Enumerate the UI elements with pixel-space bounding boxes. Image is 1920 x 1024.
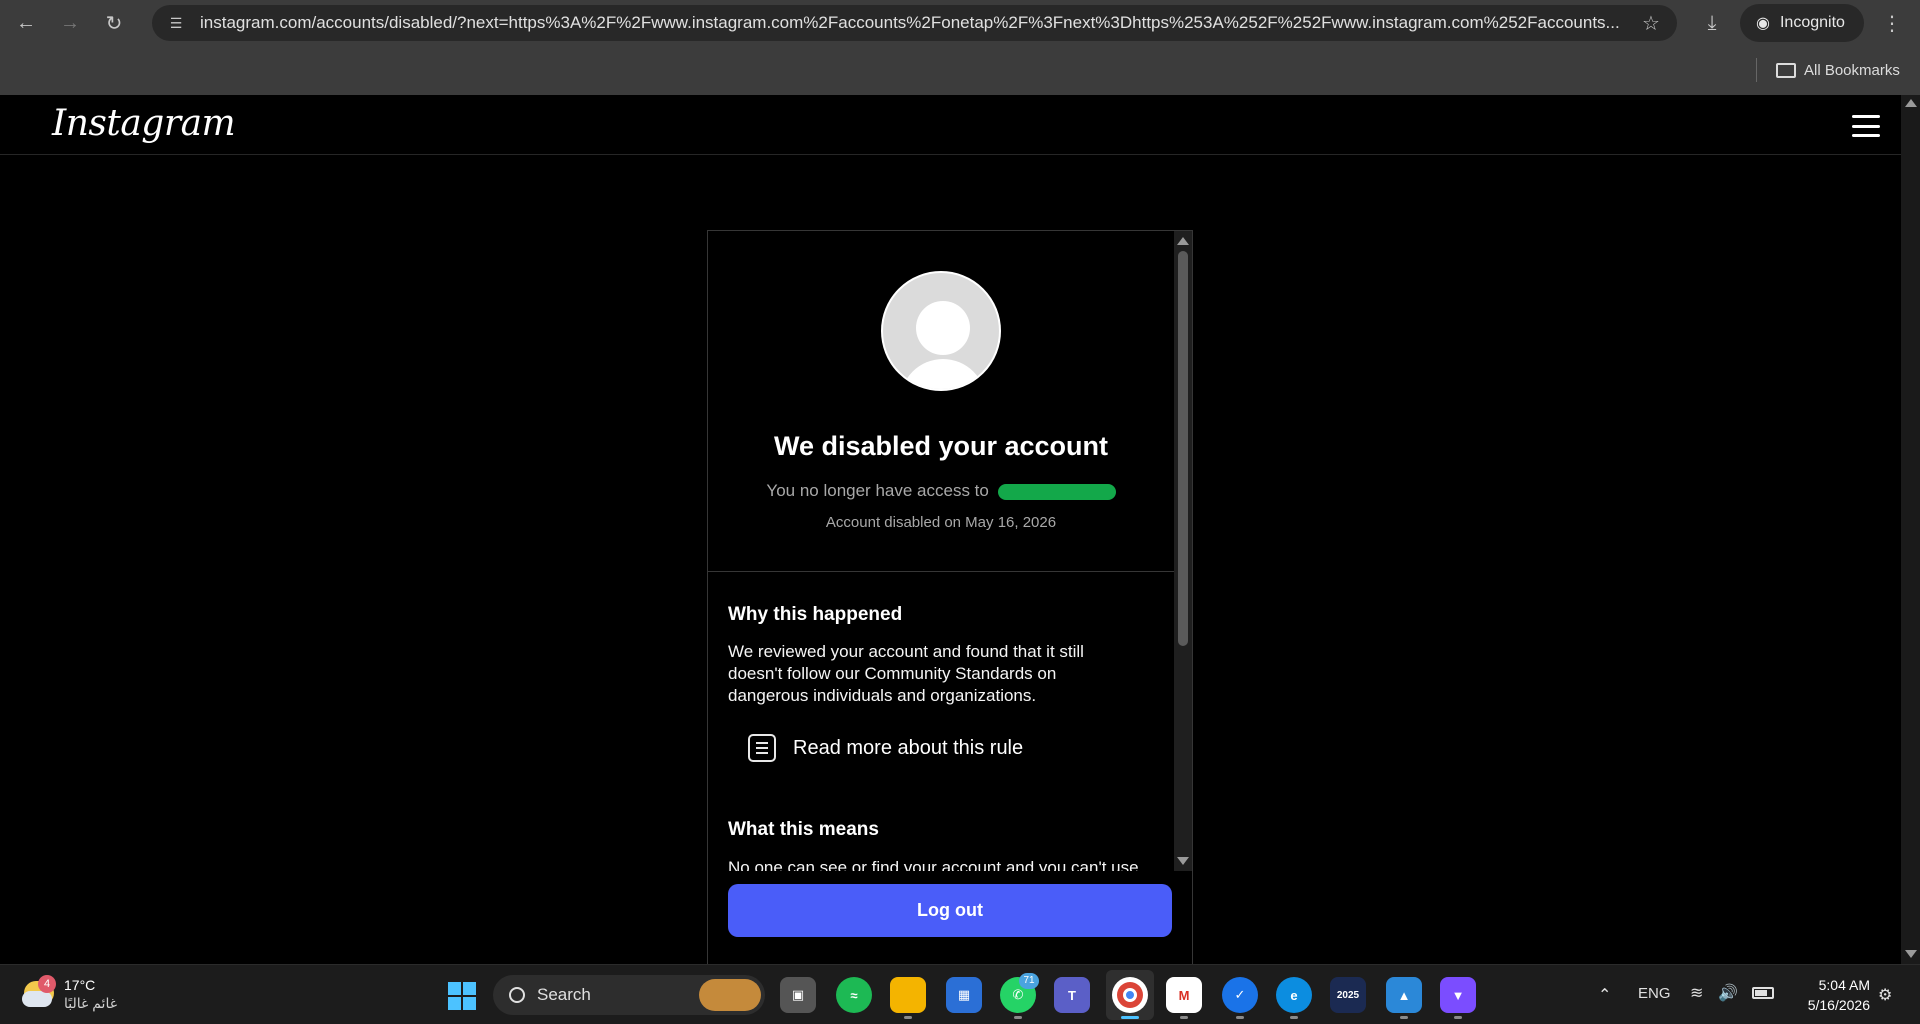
vpn-indicator — [1454, 1016, 1462, 1019]
page-scroll-down-icon[interactable] — [1905, 950, 1917, 958]
reload-icon[interactable]: ↻ — [96, 5, 132, 41]
chrome-indicator — [1121, 1016, 1139, 1019]
temperature: 17°C — [64, 977, 96, 993]
windows-taskbar: 4 17°C غائم غالبًا Search ▣ ≈ ▦ ✆ 71 T M… — [0, 964, 1920, 1024]
bookmarks-bar: All Bookmarks — [0, 46, 1920, 95]
access-text: You no longer have access to — [766, 481, 989, 500]
instagram-logo[interactable]: Instagram — [52, 103, 236, 144]
all-bookmarks-label: All Bookmarks — [1804, 61, 1900, 79]
avatar — [881, 271, 1001, 391]
file-explorer-indicator — [904, 1016, 912, 1019]
back-arrow-icon[interactable]: ← — [8, 5, 44, 41]
file-explorer-icon[interactable] — [890, 977, 926, 1013]
browser-toolbar: ← → ↻ ☰ instagram.com/accounts/disabled/… — [0, 0, 1920, 46]
tasks-icon[interactable]: ✓ — [1222, 977, 1258, 1013]
windows-start-icon[interactable] — [448, 982, 476, 1010]
microsoft-store-icon[interactable]: ▦ — [946, 977, 982, 1013]
weather-condition: غائم غالبًا — [64, 995, 118, 1011]
teams-icon[interactable]: T — [1054, 977, 1090, 1013]
incognito-button[interactable]: ◉ Incognito — [1740, 4, 1864, 42]
whatsapp-indicator — [1014, 1016, 1022, 1019]
why-body: We reviewed your account and found that … — [728, 642, 1084, 705]
weather-badge: 4 — [38, 975, 56, 993]
scroll-down-arrow-icon[interactable] — [1177, 857, 1189, 865]
task-view-icon[interactable]: ▣ — [780, 977, 816, 1013]
notification-bell-icon[interactable]: ⚙ — [1878, 985, 1892, 1005]
vpn-icon[interactable]: ▼ — [1440, 977, 1476, 1013]
photos-indicator — [1400, 1016, 1408, 1019]
wifi-icon[interactable]: ≋ — [1690, 983, 1703, 1003]
bookmark-star-icon[interactable]: ☆ — [1633, 11, 1669, 36]
spotify-icon[interactable]: ≈ — [836, 977, 872, 1013]
scroll-up-arrow-icon[interactable] — [1177, 237, 1189, 245]
means-body: No one can see or find your account and … — [728, 858, 1139, 871]
search-label: Search — [537, 985, 591, 1004]
card-scroll-content: We disabled your account You no longer h… — [708, 231, 1174, 871]
means-heading: What this means — [728, 819, 879, 840]
site-info-icon[interactable]: ☰ — [158, 9, 194, 37]
document-icon — [748, 734, 776, 762]
page-title: We disabled your account — [773, 431, 1109, 461]
folder-icon — [1776, 62, 1796, 78]
page-scrollbar[interactable] — [1901, 95, 1920, 964]
chevron-up-icon[interactable]: ⌃ — [1598, 985, 1611, 1005]
language-indicator[interactable]: ENG — [1638, 985, 1671, 1002]
forward-arrow-icon[interactable]: → — [52, 5, 88, 41]
read-more-rule-link[interactable]: Read more about this rule — [748, 734, 1023, 762]
instagram-header: Instagram — [0, 95, 1901, 155]
clock-time: 5:04 AM — [1818, 977, 1870, 993]
clock[interactable]: 5:04 AM 5/16/2026 — [1790, 975, 1870, 1015]
clock-date: 5/16/2026 — [1807, 997, 1870, 1013]
whatsapp-badge: 71 — [1019, 973, 1039, 989]
url-text[interactable]: instagram.com/accounts/disabled/?next=ht… — [200, 13, 1633, 33]
photos-icon[interactable]: ▲ — [1386, 977, 1422, 1013]
search-icon — [509, 987, 525, 1003]
hamburger-menu-icon[interactable] — [1852, 115, 1880, 137]
bookmarks-divider — [1756, 58, 1757, 82]
why-heading: Why this happened — [728, 604, 903, 625]
taskbar-search[interactable]: Search — [493, 975, 765, 1015]
incognito-label: Incognito — [1779, 14, 1845, 31]
address-bar[interactable]: ☰ instagram.com/accounts/disabled/?next=… — [152, 5, 1677, 41]
volume-icon[interactable]: 🔊 — [1718, 983, 1738, 1003]
page-scroll-up-icon[interactable] — [1905, 99, 1917, 107]
search-highlight-image — [699, 979, 761, 1011]
card-scrollbar[interactable] — [1174, 231, 1192, 871]
redacted-username — [997, 483, 1116, 500]
access-message: You no longer have access to — [708, 481, 1174, 501]
instagram-page: Instagram We disabled your account You n… — [0, 95, 1901, 964]
gmail-icon[interactable]: M — [1166, 977, 1202, 1013]
scroll-thumb[interactable] — [1178, 251, 1188, 646]
section-divider — [708, 571, 1174, 572]
app-2025-label: 2025 — [1336, 989, 1360, 1001]
chrome-icon[interactable] — [1112, 977, 1148, 1013]
disabled-account-card: We disabled your account You no longer h… — [707, 230, 1193, 964]
download-icon[interactable]: ⤓ — [1694, 6, 1730, 40]
all-bookmarks-button[interactable]: All Bookmarks — [1776, 56, 1900, 84]
gmail-indicator — [1180, 1016, 1188, 1019]
incognito-icon: ◉ — [1756, 15, 1770, 32]
edge-indicator — [1290, 1016, 1298, 1019]
logout-button[interactable]: Log out — [728, 884, 1172, 937]
app-2025-icon[interactable]: 2025 — [1330, 977, 1366, 1013]
battery-icon[interactable] — [1752, 987, 1774, 999]
weather-widget[interactable]: 4 17°C غائم غالبًا — [20, 975, 130, 1015]
edge-icon[interactable]: e — [1276, 977, 1312, 1013]
rule-link-text[interactable]: Read more about this rule — [793, 737, 1023, 760]
tasks-indicator — [1236, 1016, 1244, 1019]
disabled-date: Account disabled on May 16, 2026 — [825, 514, 1057, 531]
browser-menu-icon[interactable]: ⋮ — [1878, 6, 1906, 40]
